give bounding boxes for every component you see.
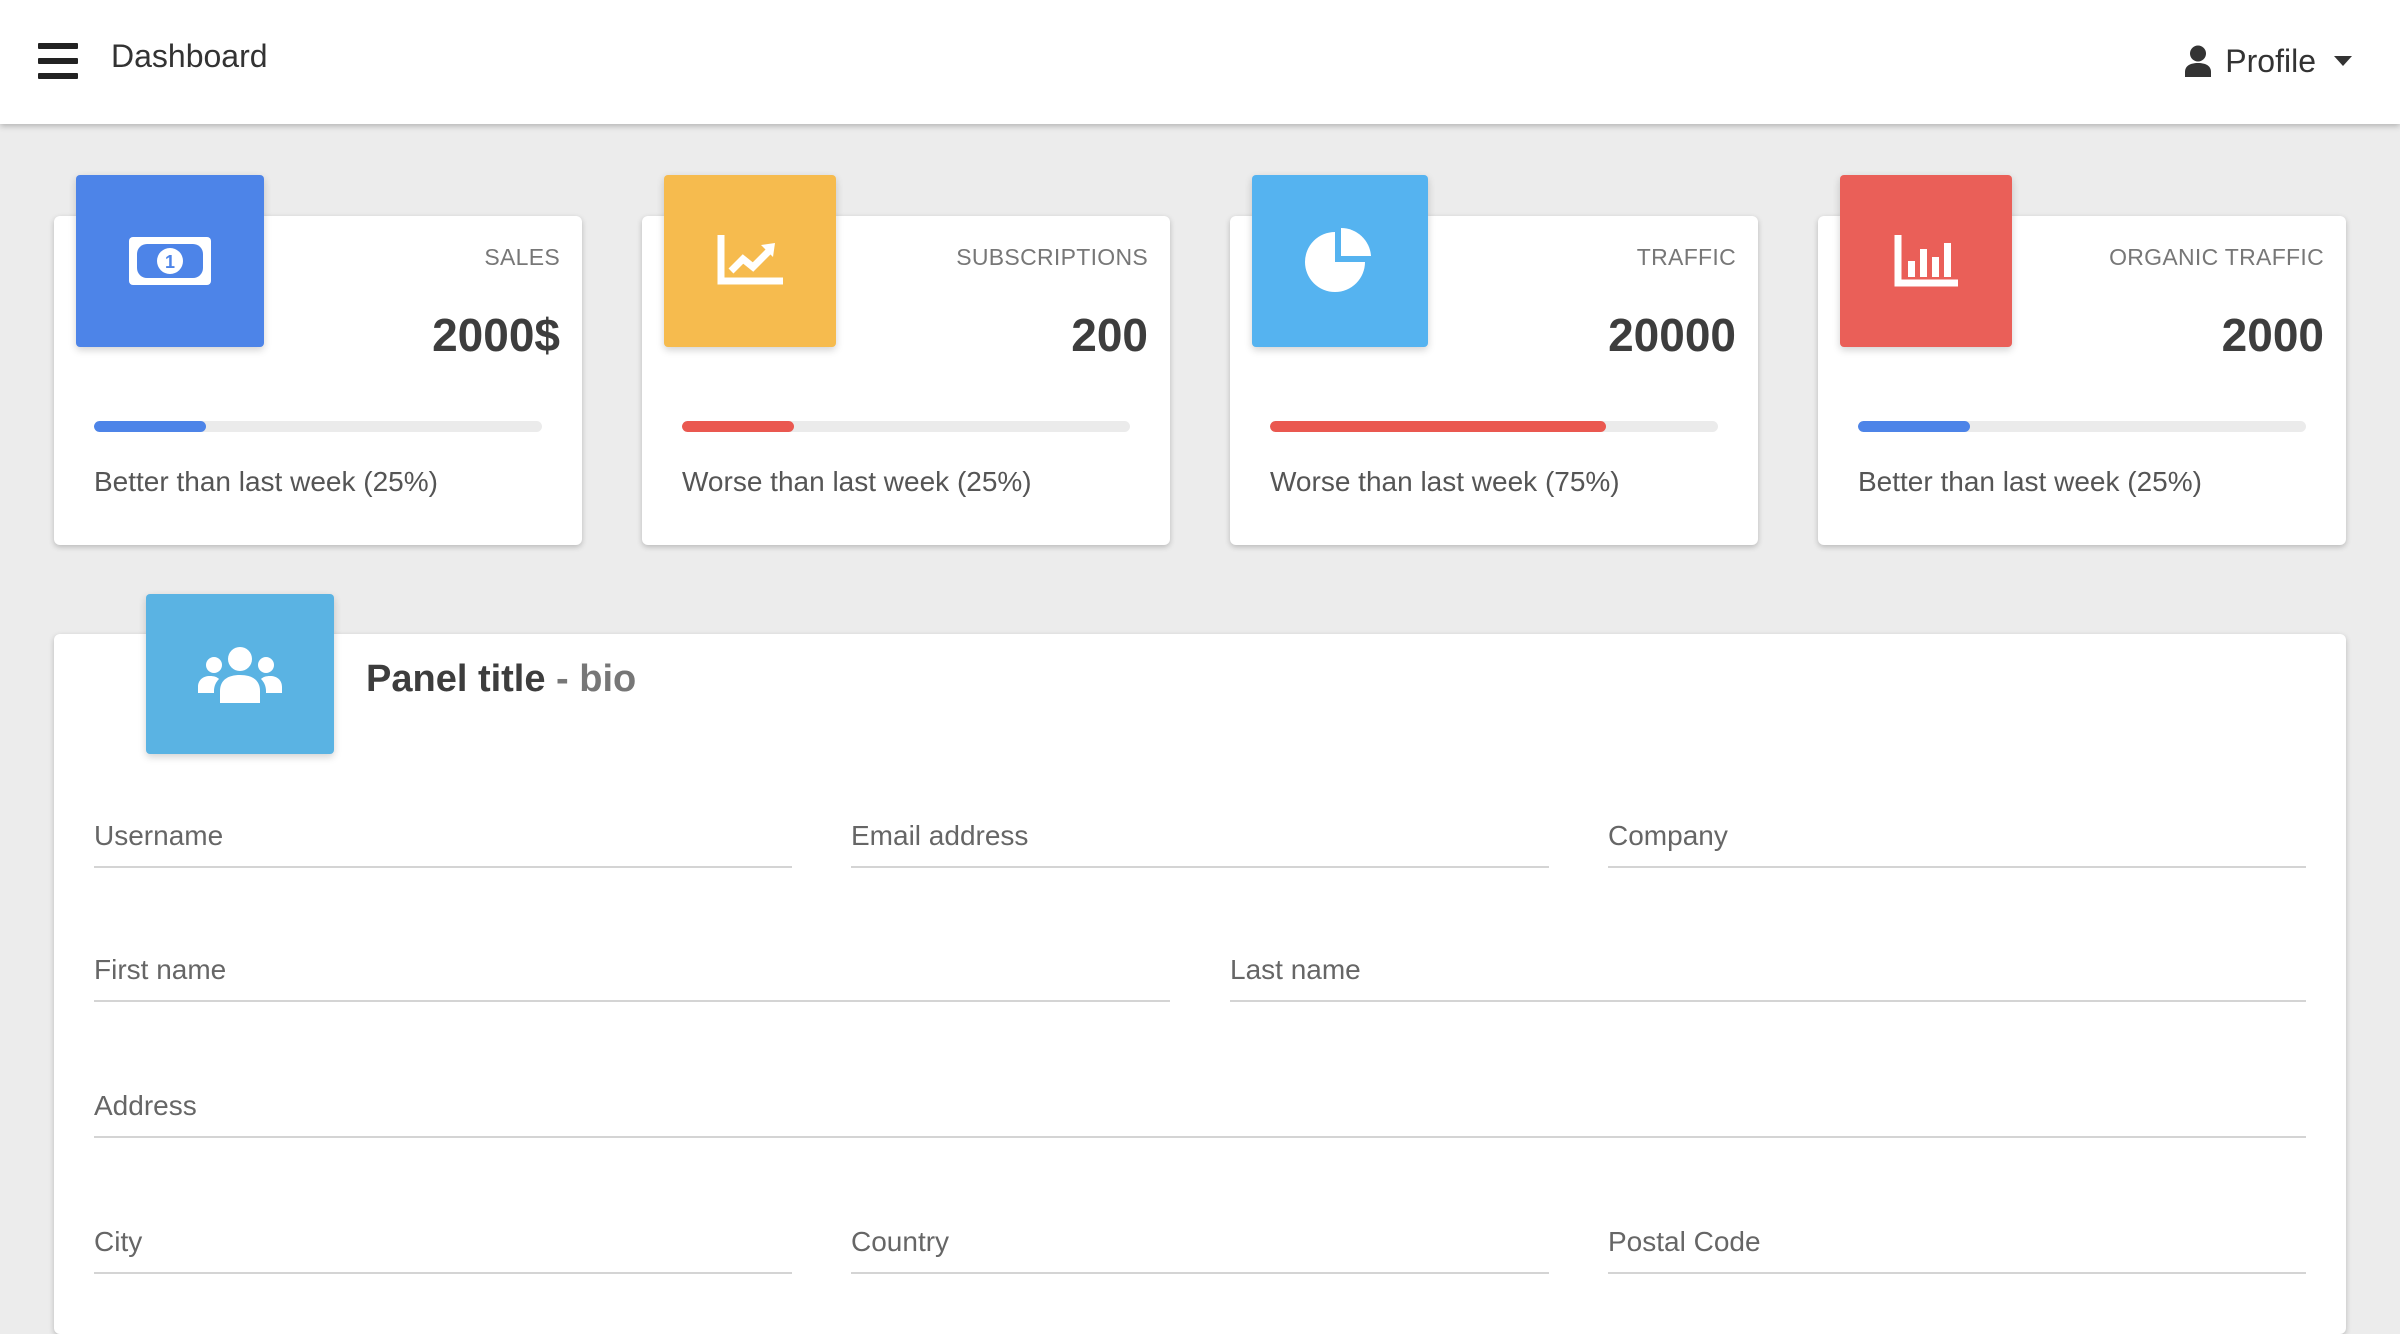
email-label: Email address [851,820,1029,851]
top-navbar: Dashboard Profile [0,0,2400,124]
username-field[interactable]: Username [94,812,792,868]
stat-value: 200 [1071,309,1148,361]
progress-bar [1270,421,1718,432]
panel-title: Panel title - bio [366,658,636,701]
page-title: Dashboard [111,38,268,74]
profile-dropdown[interactable]: Profile [2185,36,2352,86]
stat-label: ORGANIC TRAFFIC [2109,244,2324,270]
bio-panel: Panel title - bio Username Email address… [54,594,2346,1334]
stat-label: SUBSCRIPTIONS [956,244,1148,270]
profile-label: Profile [2225,42,2316,79]
chart-bar-icon [1894,235,1958,287]
stat-card-subscriptions: SUBSCRIPTIONS 200 Worse than last week (… [642,175,1170,545]
stat-note: Better than last week (25%) [1858,466,2202,497]
stat-tile-sales: 1 [76,175,264,347]
city-field[interactable]: City [94,1218,792,1274]
stat-note: Worse than last week (75%) [1270,466,1620,497]
stat-tile-subscriptions [664,175,836,347]
company-field[interactable]: Company [1608,812,2306,868]
progress-bar [1858,421,2306,432]
chevron-down-icon [2334,56,2352,66]
first-name-field[interactable]: First name [94,946,1170,1002]
progress-fill [94,421,206,432]
address-label: Address [94,1090,197,1121]
progress-fill [682,421,794,432]
stat-note: Better than last week (25%) [94,466,438,497]
progress-fill [1858,421,1970,432]
stat-card-sales: 1 SALES 2000$ Better than last week (25%… [54,175,582,545]
stat-note: Worse than last week (25%) [682,466,1032,497]
users-icon [198,647,282,703]
stat-card-traffic: TRAFFIC 20000 Worse than last week (75%) [1230,175,1758,545]
user-icon [2185,45,2212,77]
postal-code-label: Postal Code [1608,1226,1761,1257]
panel-subtitle: bio [579,658,637,700]
first-name-label: First name [94,954,227,985]
address-field[interactable]: Address [94,1082,2306,1138]
country-label: Country [851,1226,950,1257]
chart-line-icon [717,235,783,285]
panel-tile [146,594,334,754]
svg-text:1: 1 [165,252,175,272]
stat-label: SALES [484,244,560,270]
money-bill-icon: 1 [129,237,211,285]
last-name-field[interactable]: Last name [1230,946,2306,1002]
hamburger-menu-icon[interactable] [38,43,80,79]
chart-pie-icon [1305,228,1371,292]
email-field[interactable]: Email address [851,812,1549,868]
stat-value: 2000 [2221,309,2324,361]
stat-card-organic-traffic: ORGANIC TRAFFIC 2000 Better than last we… [1818,175,2346,545]
panel-title-main: Panel title [366,658,546,700]
country-field[interactable]: Country [851,1218,1549,1274]
stat-label: TRAFFIC [1636,244,1736,270]
city-label: City [94,1226,143,1257]
progress-fill [1270,421,1606,432]
stat-tile-traffic [1252,175,1428,347]
stat-tile-organic-traffic [1840,175,2012,347]
stat-value: 2000$ [432,309,560,361]
postal-code-field[interactable]: Postal Code [1608,1218,2306,1274]
panel-title-separator: - [545,658,580,700]
last-name-label: Last name [1230,954,1361,985]
progress-bar [682,421,1130,432]
username-label: Username [94,820,224,851]
company-label: Company [1608,820,1728,851]
progress-bar [94,421,542,432]
stat-value: 20000 [1608,309,1736,361]
